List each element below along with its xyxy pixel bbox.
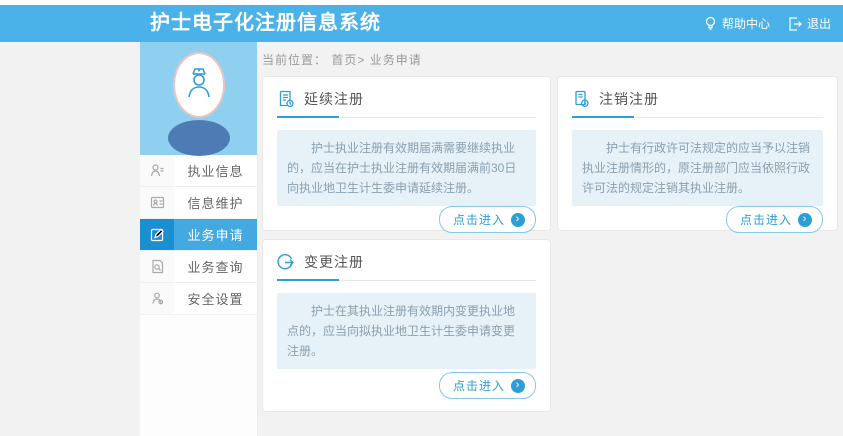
page: 护士电子化注册信息系统 帮助中心 退出 xyxy=(0,0,843,436)
card-title: 变更注册 xyxy=(304,252,364,272)
sidebar-menu: 执业信息 信息维护 业务申请 xyxy=(140,155,257,315)
breadcrumb: 当前位置： 首页> 业务申请 xyxy=(262,51,422,68)
breadcrumb-current: 业务申请 xyxy=(370,53,422,67)
sidebar-item-label: 业务查询 xyxy=(174,251,257,282)
avatar-block xyxy=(140,42,257,155)
breadcrumb-separator: > xyxy=(357,53,365,67)
sidebar-item-label: 信息维护 xyxy=(174,187,257,218)
id-card-icon xyxy=(140,187,174,218)
card-change-registration: 变更注册 护士在其执业注册有效期内变更执业地点的，应当向拟执业地卫生计生委申请变… xyxy=(262,239,551,412)
doc-badge-icon xyxy=(277,90,295,108)
card-continue-registration: 延续注册 护士执业注册有效期届满需要继续执业的，应当在护士执业注册有效期届满前3… xyxy=(262,76,551,231)
card-cancel-registration: 注销注册 护士有行政许可法规定的应当予以注销执业注册情形的，原注册部门应当依照行… xyxy=(557,76,838,231)
card-description: 护士在其执业注册有效期内变更执业地点的，应当向拟执业地卫生计生委申请变更注册。 xyxy=(277,293,536,369)
card-header: 注销注册 xyxy=(572,89,823,118)
doc-search-icon xyxy=(140,251,174,282)
help-center-link[interactable]: 帮助中心 xyxy=(704,15,770,32)
app-title: 护士电子化注册信息系统 xyxy=(150,5,381,42)
lightbulb-icon xyxy=(704,16,717,31)
breadcrumb-home-link[interactable]: 首页 xyxy=(331,53,357,67)
enter-button-change[interactable]: 点击进入 › xyxy=(439,372,536,399)
sidebar-item-label: 安全设置 xyxy=(174,283,257,314)
card-description: 护士有行政许可法规定的应当予以注销执业注册情形的，原注册部门应当依照行政许可法的… xyxy=(572,130,823,206)
arrow-right-icon: › xyxy=(511,379,525,393)
sidebar-item-business-application[interactable]: 业务申请 xyxy=(140,219,257,251)
sidebar: 执业信息 信息维护 业务申请 xyxy=(140,42,258,436)
card-title: 注销注册 xyxy=(599,89,659,109)
sidebar-item-label: 业务申请 xyxy=(174,219,257,250)
doc-clock-icon xyxy=(572,90,590,108)
card-description: 护士执业注册有效期届满需要继续执业的，应当在护士执业注册有效期届满前30日向执业… xyxy=(277,130,536,206)
enter-button-label: 点击进入 xyxy=(740,211,792,228)
sidebar-item-label: 执业信息 xyxy=(174,155,257,186)
card-header: 变更注册 xyxy=(277,252,536,281)
header-bar: 护士电子化注册信息系统 帮助中心 退出 xyxy=(0,5,843,42)
logout-link[interactable]: 退出 xyxy=(788,15,831,32)
nurse-avatar-icon xyxy=(184,64,214,107)
circle-arrow-icon xyxy=(277,253,295,271)
arrow-right-icon: › xyxy=(798,213,812,227)
arrow-right-icon: › xyxy=(511,213,525,227)
user-settings-icon xyxy=(140,283,174,314)
user-lines-icon xyxy=(140,155,174,186)
logout-icon xyxy=(788,17,802,31)
sidebar-item-business-query[interactable]: 业务查询 xyxy=(140,251,257,283)
breadcrumb-prefix: 当前位置： xyxy=(262,53,327,67)
avatar xyxy=(173,52,225,118)
user-name-placeholder xyxy=(168,120,230,156)
main-content: 当前位置： 首页> 业务申请 延续注册 护士执业注册有效期届满需要继续执业的，应… xyxy=(262,42,843,436)
sidebar-item-info-maintenance[interactable]: 信息维护 xyxy=(140,187,257,219)
enter-button-label: 点击进入 xyxy=(453,377,505,394)
help-center-label: 帮助中心 xyxy=(722,15,770,32)
logout-label: 退出 xyxy=(807,15,831,32)
card-header: 延续注册 xyxy=(277,89,536,118)
card-title: 延续注册 xyxy=(304,89,364,109)
edit-icon xyxy=(140,219,174,250)
enter-button-continue[interactable]: 点击进入 › xyxy=(439,206,536,233)
sidebar-item-practice-info[interactable]: 执业信息 xyxy=(140,155,257,187)
header-actions: 帮助中心 退出 xyxy=(704,5,831,42)
sidebar-item-security-settings[interactable]: 安全设置 xyxy=(140,283,257,315)
enter-button-label: 点击进入 xyxy=(453,211,505,228)
enter-button-cancel[interactable]: 点击进入 › xyxy=(726,206,823,233)
